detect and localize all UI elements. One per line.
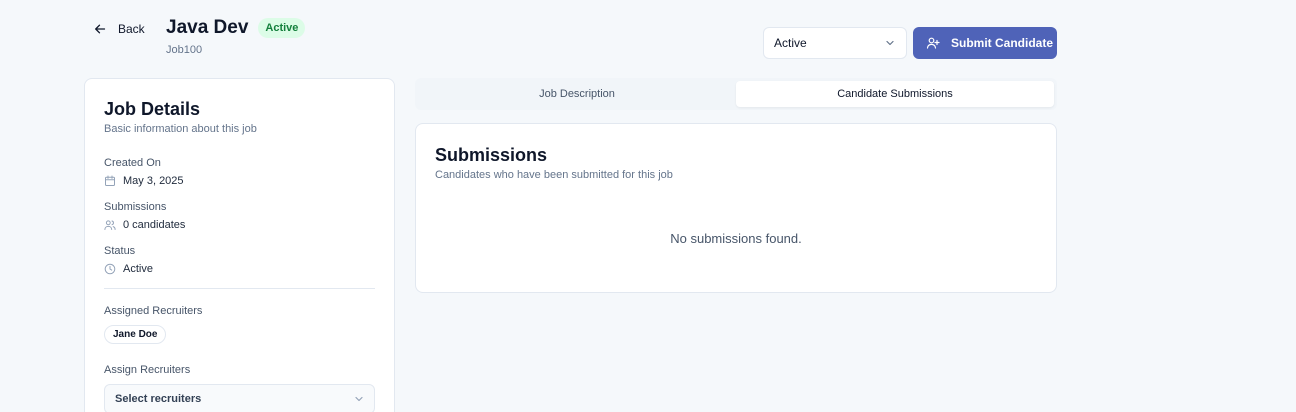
- assign-recruiters-label: Assign Recruiters: [104, 364, 191, 376]
- submissions-title: Submissions: [435, 145, 548, 165]
- empty-state-message: No submissions found.: [670, 231, 802, 246]
- divider: [104, 288, 375, 289]
- job-id: Job100: [166, 44, 203, 56]
- recruiters-select-placeholder: Select recruiters: [115, 393, 202, 405]
- chevron-down-icon: [354, 394, 364, 404]
- tab-job-description[interactable]: Job Description: [418, 81, 736, 107]
- status-field: Status Active: [104, 245, 375, 275]
- tab-candidate-submissions[interactable]: Candidate Submissions: [736, 81, 1054, 107]
- field-label: Submissions: [104, 201, 167, 213]
- back-button[interactable]: Back: [94, 20, 145, 38]
- created-on-field: Created On May 3, 2025: [104, 157, 375, 187]
- chevron-down-icon: [885, 38, 895, 48]
- user-plus-icon: [926, 36, 940, 50]
- clock-icon: [104, 263, 116, 275]
- recruiters-select[interactable]: Select recruiters: [104, 384, 375, 412]
- field-value: May 3, 2025: [123, 175, 184, 187]
- assigned-recruiters-label: Assigned Recruiters: [104, 305, 203, 317]
- field-value: 0 candidates: [123, 219, 186, 231]
- field-label: Created On: [104, 157, 161, 169]
- status-select-value: Active: [774, 36, 807, 50]
- submissions-field: Submissions 0 candidates: [104, 201, 375, 231]
- page-header: Java Dev Active Job100: [166, 16, 306, 56]
- page-title: Java Dev: [166, 17, 249, 38]
- job-details-title: Job Details: [104, 99, 201, 119]
- submit-candidate-button[interactable]: Submit Candidate: [913, 27, 1057, 59]
- status-select[interactable]: Active: [763, 27, 907, 59]
- recruiter-chip: Jane Doe: [104, 325, 167, 344]
- submissions-subtitle: Candidates who have been submitted for t…: [435, 169, 673, 181]
- status-badge: Active: [258, 18, 306, 38]
- field-value: Active: [123, 263, 153, 275]
- tab-list: Job Description Candidate Submissions: [415, 78, 1057, 110]
- arrow-left-icon: [94, 23, 106, 35]
- submit-candidate-label: Submit Candidate: [951, 36, 1054, 50]
- users-icon: [104, 219, 116, 231]
- job-details-card: Job Details Basic information about this…: [84, 78, 395, 412]
- field-label: Status: [104, 245, 136, 257]
- submissions-card: Submissions Candidates who have been sub…: [415, 123, 1057, 293]
- job-details-subtitle: Basic information about this job: [104, 123, 257, 135]
- back-label: Back: [118, 22, 145, 36]
- calendar-icon: [104, 175, 116, 187]
